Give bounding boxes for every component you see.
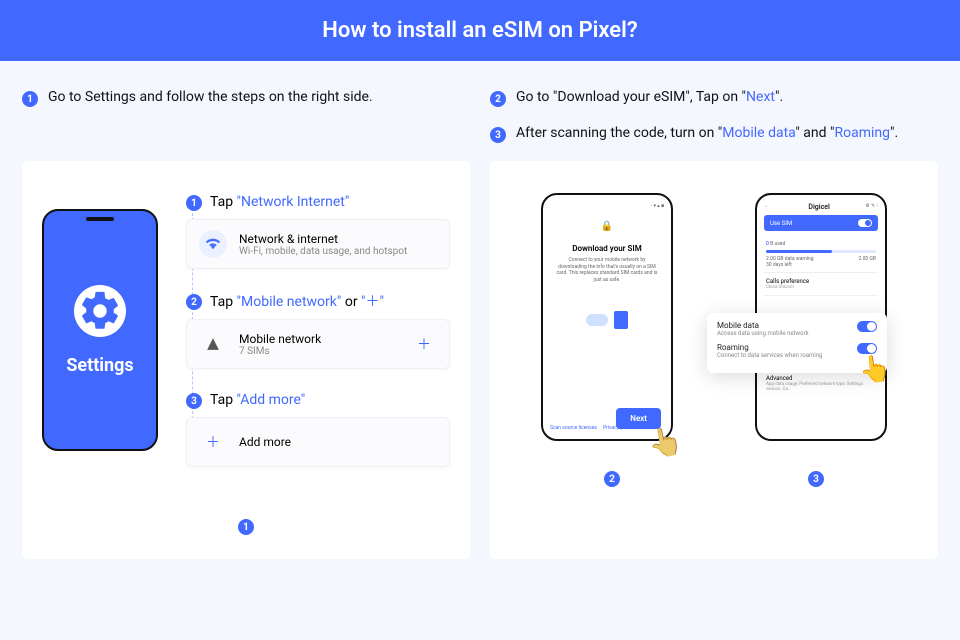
- step-3-badge: 3: [186, 393, 202, 409]
- gear-icon: [74, 285, 126, 337]
- badge-3: 3: [490, 127, 506, 143]
- overlay-roaming[interactable]: RoamingConnect to data services when roa…: [717, 343, 877, 359]
- page-title: How to install an eSIM on Pixel?: [0, 0, 960, 61]
- badge-1: 1: [22, 91, 38, 107]
- panel-footer-badge-3: 3: [808, 471, 824, 487]
- panels-row: Settings 1 Tap "Network Internet" Networ…: [0, 161, 960, 559]
- instruction-2: 2 Go to "Download your eSIM", Tap on "Ne…: [490, 89, 938, 107]
- card-title: Mobile network: [239, 332, 321, 346]
- data-usage: 0 B used 2.00 GB data warning2.00 GB 30 …: [764, 237, 878, 273]
- instructions-row: 1 Go to Settings and follow the steps on…: [0, 61, 960, 161]
- pointer-hand-icon: 👆: [857, 354, 892, 387]
- phone-download-sim: ◦ ▾ ▴ ■ 🔒 Download your SIM Connect to y…: [541, 193, 673, 441]
- instruction-1: 1 Go to Settings and follow the steps on…: [22, 89, 470, 107]
- card-network-internet[interactable]: Network & internetWi-Fi, mobile, data us…: [186, 219, 450, 269]
- badge-2: 2: [490, 91, 506, 107]
- signal-icon: [199, 330, 227, 358]
- wifi-icon: [199, 230, 227, 258]
- link-roaming: Roaming: [834, 125, 890, 141]
- overlay-mobile-data[interactable]: Mobile dataAccess data using mobile netw…: [717, 321, 877, 337]
- link-licenses[interactable]: Scan source licenses: [550, 425, 597, 431]
- back-arrow-icon[interactable]: ←: [764, 203, 769, 211]
- mobile-data-toggle[interactable]: [857, 321, 877, 332]
- pointer-hand-icon: 👆: [646, 423, 686, 462]
- status-icons: ◦ ▾ ▴ ■: [650, 203, 664, 209]
- plus-icon[interactable]: ＋: [411, 334, 437, 354]
- sim-icon: [614, 311, 628, 329]
- step-1: 1 Tap "Network Internet" Network & inter…: [186, 193, 450, 269]
- toolbar-icons[interactable]: ⚙ ✎ ⁝: [865, 203, 878, 211]
- settings-label: Settings: [66, 355, 133, 376]
- card-sub: 7 SIMs: [239, 346, 321, 357]
- card-add-more[interactable]: ＋ Add more: [186, 417, 450, 467]
- phone-sim-settings: ← Digicel ⚙ ✎ ⁝ Use SIM 0 B used 2.00 GB…: [755, 193, 887, 441]
- download-body: Connect to your mobile network by downlo…: [550, 257, 664, 283]
- download-title: Download your SIM: [550, 244, 664, 253]
- panel-footer-badge-1: 1: [238, 519, 254, 535]
- download-illustration: [550, 311, 664, 329]
- instruction-3: 3 After scanning the code, turn on "Mobi…: [490, 125, 938, 143]
- card-sub: Wi-Fi, mobile, data usage, and hotspot: [239, 246, 407, 257]
- item-calls-pref[interactable]: Calls preferenceChina Unicom: [764, 273, 878, 296]
- panel-right: ◦ ▾ ▴ ■ 🔒 Download your SIM Connect to y…: [490, 161, 938, 559]
- card-title: Add more: [239, 435, 291, 449]
- step-2-badge: 2: [186, 294, 202, 310]
- step-3: 3 Tap "Add more" ＋ Add more: [186, 391, 450, 467]
- toggle-overlay: Mobile dataAccess data using mobile netw…: [707, 313, 887, 373]
- use-sim-row[interactable]: Use SIM: [764, 215, 878, 231]
- instruction-3-text: After scanning the code, turn on "Mobile…: [516, 125, 898, 141]
- instruction-1-text: Go to Settings and follow the steps on t…: [48, 89, 373, 105]
- sim-lock-icon: 🔒: [550, 221, 664, 232]
- panel-footer-badge-2: 2: [604, 471, 620, 487]
- next-button[interactable]: Next: [616, 408, 661, 429]
- instruction-2-text: Go to "Download your eSIM", Tap on "Next…: [516, 89, 783, 105]
- card-title: Network & internet: [239, 232, 407, 246]
- panel-left: Settings 1 Tap "Network Internet" Networ…: [22, 161, 470, 559]
- card-mobile-network[interactable]: Mobile network7 SIMs ＋: [186, 319, 450, 369]
- plus-icon: ＋: [199, 428, 227, 456]
- cloud-icon: [586, 314, 608, 326]
- data-progress: [766, 250, 876, 253]
- link-next: Next: [746, 89, 775, 105]
- settings-phone-mock: Settings: [42, 209, 158, 451]
- link-mobile-data: Mobile data: [722, 125, 795, 141]
- carrier-name: Digicel: [808, 203, 829, 211]
- step-1-badge: 1: [186, 195, 202, 211]
- step-2: 2 Tap "Mobile network" or "＋" Mobile net…: [186, 291, 450, 369]
- use-sim-toggle[interactable]: [858, 219, 872, 227]
- roaming-toggle[interactable]: [857, 343, 877, 354]
